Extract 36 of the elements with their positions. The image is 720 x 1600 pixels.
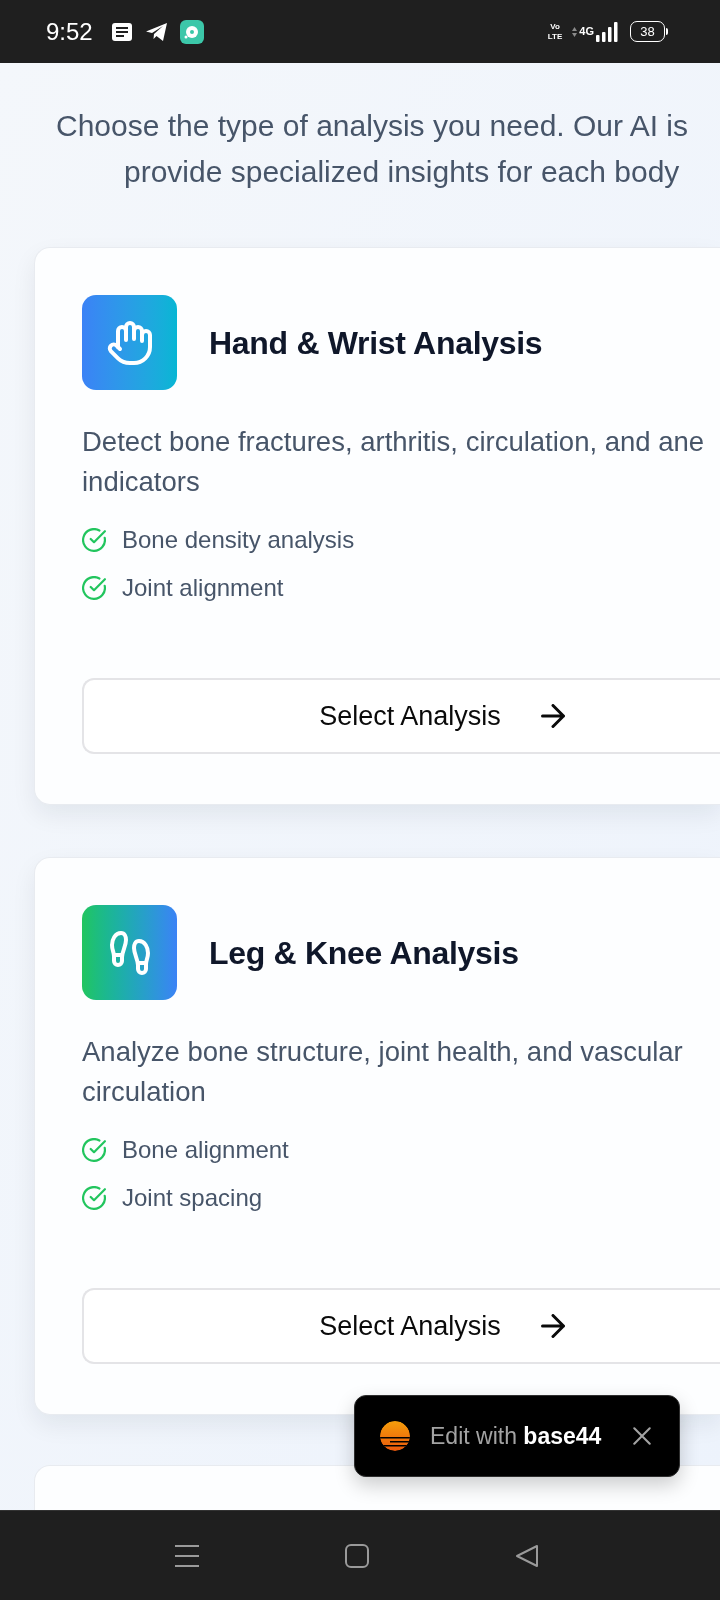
card-title: Hand & Wrist Analysis	[209, 323, 543, 363]
back-icon[interactable]	[515, 1543, 539, 1568]
data-arrows-icon	[572, 26, 578, 37]
check-icon	[82, 1186, 106, 1210]
subtitle-line: provide specialized insights for each body	[124, 154, 680, 190]
arrow-right-icon	[540, 1314, 565, 1338]
card-description: Analyze bone structure, joint health, and vascular circulation	[82, 1035, 684, 1109]
network-type: 4G	[579, 26, 594, 37]
square-icon[interactable]	[345, 1543, 369, 1568]
select-analysis-button[interactable]: Select Analysis	[82, 1288, 720, 1364]
paper-plane-icon	[145, 22, 168, 41]
check-icon	[82, 576, 106, 600]
volte-text: LTE	[547, 31, 563, 42]
feature-text: Joint alignment	[122, 574, 284, 602]
app-icon	[179, 19, 204, 44]
feature-text: Joint spacing	[122, 1184, 263, 1212]
footprints-icon	[82, 905, 177, 1000]
check-icon	[82, 528, 106, 552]
toast-text[interactable]: Edit with base44	[430, 1418, 602, 1454]
logo-icon	[380, 1421, 410, 1451]
status-time: 9:52	[46, 19, 93, 44]
card-title: Leg & Knee Analysis	[209, 933, 519, 973]
close-icon[interactable]	[633, 1427, 651, 1445]
note-icon	[111, 22, 132, 41]
battery-indicator: 38	[630, 21, 668, 42]
check-icon	[82, 1138, 106, 1162]
card-description: Detect bone fractures, arthritis, circulation, and ane indicators	[82, 425, 706, 499]
feature-text: Bone density analysis	[122, 526, 355, 554]
subtitle-line: Choose the type of analysis you need. Our AI is	[56, 108, 689, 144]
hand-icon	[82, 295, 177, 390]
signal-icon	[596, 21, 618, 42]
volte-text: Vo	[550, 21, 560, 32]
menu-icon[interactable]	[175, 1544, 199, 1567]
feature-text: Bone alignment	[122, 1136, 289, 1164]
select-analysis-button[interactable]: Select Analysis	[82, 678, 720, 754]
arrow-right-icon	[540, 704, 565, 728]
